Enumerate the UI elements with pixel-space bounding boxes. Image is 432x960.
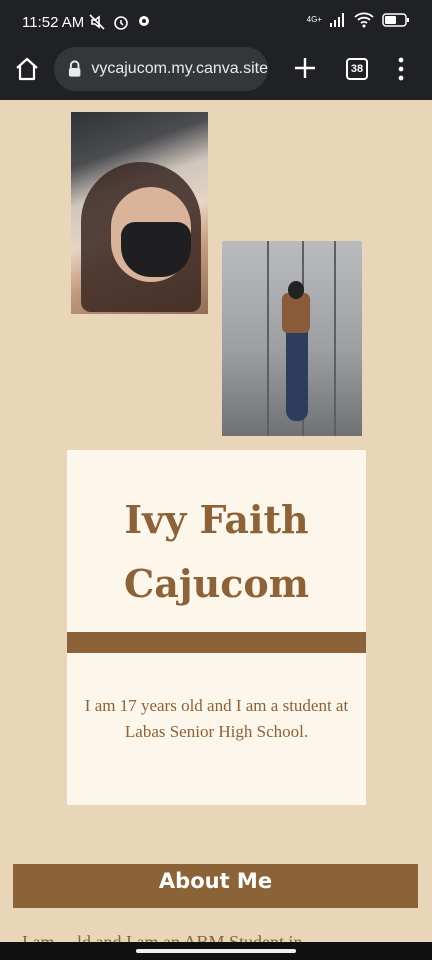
status-time: 11:52 AM <box>22 14 85 31</box>
browser-toolbar: vycajucom.my.canva.site 38 <box>0 44 432 100</box>
profile-photo-fullbody <box>222 241 362 436</box>
profile-name: Ivy Faith Cajucom <box>124 497 309 606</box>
wall-line <box>334 241 336 436</box>
url-text[interactable]: vycajucom.my.canva.site <box>91 60 268 78</box>
wall-line <box>267 241 269 436</box>
alarm-icon <box>114 16 128 30</box>
profile-photo-selfie <box>71 112 208 314</box>
battery-icon <box>382 13 409 27</box>
photo-mask-shape <box>121 222 191 277</box>
photo-head-shape <box>288 281 304 299</box>
tab-count: 38 <box>350 63 364 75</box>
profile-bio: I am 17 years old and I am a student at … <box>84 696 349 741</box>
network-type: 4G+ <box>306 15 322 24</box>
plus-icon[interactable] <box>292 55 318 81</box>
mute-icon <box>89 14 105 30</box>
menu-icon[interactable] <box>398 56 404 82</box>
address-bar[interactable]: vycajucom.my.canva.site <box>54 47 268 91</box>
lock-icon <box>68 60 81 77</box>
settings-icon <box>139 16 149 26</box>
home-icon[interactable] <box>14 56 40 82</box>
about-me-heading: About Me <box>13 864 418 908</box>
home-gesture-handle[interactable] <box>136 949 296 953</box>
signal-icon <box>330 13 344 27</box>
status-bar: 11:52 AM 4G+ <box>0 0 432 44</box>
tabs-icon[interactable]: 38 <box>346 58 368 80</box>
status-right-icons: 4G+ <box>307 12 410 28</box>
card-divider-band <box>67 632 366 653</box>
wifi-icon <box>354 12 374 28</box>
photo-top-shape <box>282 293 310 333</box>
intro-card: Ivy Faith Cajucom I am 17 years old and … <box>67 450 366 805</box>
status-left-icons <box>88 13 152 31</box>
